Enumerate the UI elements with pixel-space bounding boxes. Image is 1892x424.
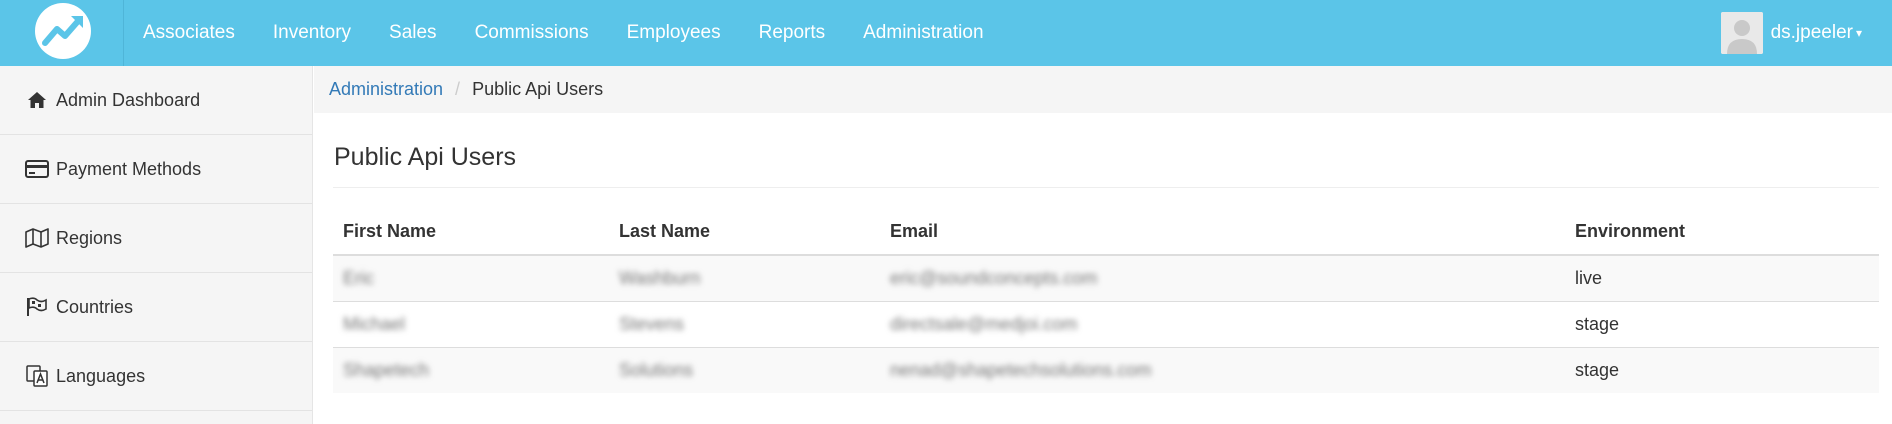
public-api-users-table: First Name Last Name Email Environment E… <box>333 209 1879 393</box>
sidebar-item-countries[interactable]: Countries <box>0 273 312 342</box>
page-title: Public Api Users <box>334 143 517 171</box>
main-nav: Associates Inventory Sales Commissions E… <box>124 0 1003 66</box>
nav-employees[interactable]: Employees <box>608 0 740 66</box>
nav-administration[interactable]: Administration <box>844 0 1002 66</box>
sidebar-item-admin-dashboard[interactable]: Admin Dashboard <box>0 66 312 135</box>
sidebar-item-label: Languages <box>56 365 146 386</box>
chevron-down-icon: ▾ <box>1855 26 1862 40</box>
user-menu[interactable]: ds.jpeeler ▾ <box>1720 0 1862 66</box>
column-header-last-name[interactable]: Last Name <box>609 209 880 256</box>
avatar <box>1720 12 1763 54</box>
nav-inventory[interactable]: Inventory <box>254 0 370 66</box>
cell-last-name: Stevens <box>609 300 880 347</box>
cell-environment: stage <box>1565 300 1879 347</box>
sidebar-item-label: Countries <box>56 296 134 317</box>
cell-environment: stage <box>1565 346 1879 393</box>
main-content: Public Api Users First Name Last Name Em… <box>314 113 1892 424</box>
cell-email: eric@soundconcepts.com <box>880 254 1565 301</box>
column-header-first-name[interactable]: First Name <box>333 209 609 256</box>
cell-email: directsale@medjoi.com <box>880 300 1565 347</box>
top-navbar: Associates Inventory Sales Commissions E… <box>0 0 1892 66</box>
sidebar: Admin Dashboard Payment Methods Regions … <box>0 66 313 424</box>
title-divider <box>333 187 1879 188</box>
nav-associates[interactable]: Associates <box>124 0 254 66</box>
home-icon <box>24 87 50 113</box>
table-row[interactable]: Eric Washburn eric@soundconcepts.com liv… <box>333 254 1879 301</box>
sidebar-item-payment-methods[interactable]: Payment Methods <box>0 135 312 204</box>
cell-first-name: Michael <box>333 300 609 347</box>
trend-up-logo-icon <box>35 3 91 59</box>
cell-first-name: Eric <box>333 254 609 301</box>
language-icon <box>24 363 50 389</box>
user-name: ds.jpeeler <box>1770 22 1853 43</box>
table-header-row: First Name Last Name Email Environment <box>333 209 1879 256</box>
breadcrumb-administration-link[interactable]: Administration <box>329 79 443 100</box>
brand-logo-link[interactable] <box>0 0 124 66</box>
sidebar-item-label: Regions <box>56 227 123 248</box>
map-icon <box>24 225 50 251</box>
column-header-environment[interactable]: Environment <box>1565 209 1879 256</box>
sidebar-item-label: Payment Methods <box>56 158 202 179</box>
cell-last-name: Washburn <box>609 254 880 301</box>
sidebar-item-regions[interactable]: Regions <box>0 204 312 273</box>
breadcrumb-separator: / <box>455 79 461 99</box>
table-row[interactable]: Michael Stevens directsale@medjoi.com st… <box>333 300 1879 347</box>
cell-first-name: Shapetech <box>333 346 609 393</box>
cell-email: nenad@shapetechsolutions.com <box>880 346 1565 393</box>
breadcrumb: Administration / Public Api Users <box>314 66 1892 113</box>
nav-sales[interactable]: Sales <box>370 0 456 66</box>
cell-last-name: Solutions <box>609 346 880 393</box>
flag-icon <box>24 294 50 320</box>
table-row[interactable]: Shapetech Solutions nenad@shapetechsolut… <box>333 346 1879 393</box>
credit-card-icon <box>24 156 50 182</box>
sidebar-item-languages[interactable]: Languages <box>0 342 312 411</box>
cell-environment: live <box>1565 254 1879 301</box>
sidebar-item-label: Admin Dashboard <box>56 89 201 110</box>
nav-commissions[interactable]: Commissions <box>456 0 608 66</box>
breadcrumb-current: Public Api Users <box>472 79 604 99</box>
column-header-email[interactable]: Email <box>880 209 1565 256</box>
nav-reports[interactable]: Reports <box>740 0 845 66</box>
